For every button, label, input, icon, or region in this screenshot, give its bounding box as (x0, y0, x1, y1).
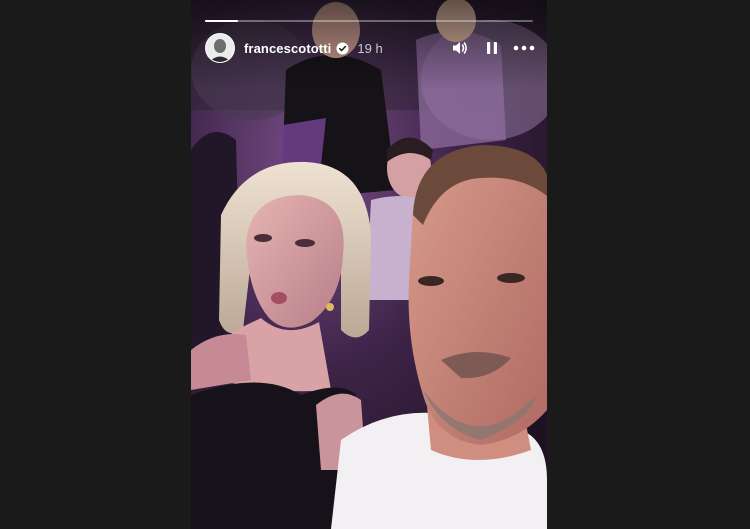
story-progress-bar (205, 20, 533, 22)
more-options-button[interactable] (513, 37, 535, 59)
sound-button[interactable] (449, 37, 471, 59)
story-viewer[interactable]: francescototti 19 h (191, 0, 547, 529)
avatar[interactable] (205, 33, 235, 63)
pause-icon (487, 42, 497, 54)
verified-badge-icon (336, 41, 349, 55)
story-controls (439, 37, 535, 59)
username[interactable]: francescototti (244, 41, 331, 56)
story-progress-fill (205, 20, 238, 22)
pause-button[interactable] (481, 37, 503, 59)
post-time: 19 h (357, 40, 383, 56)
story-header: francescototti 19 h (205, 32, 535, 64)
avatar-portrait-icon (206, 34, 234, 62)
speaker-icon (453, 42, 467, 54)
more-options-icon (513, 45, 535, 51)
